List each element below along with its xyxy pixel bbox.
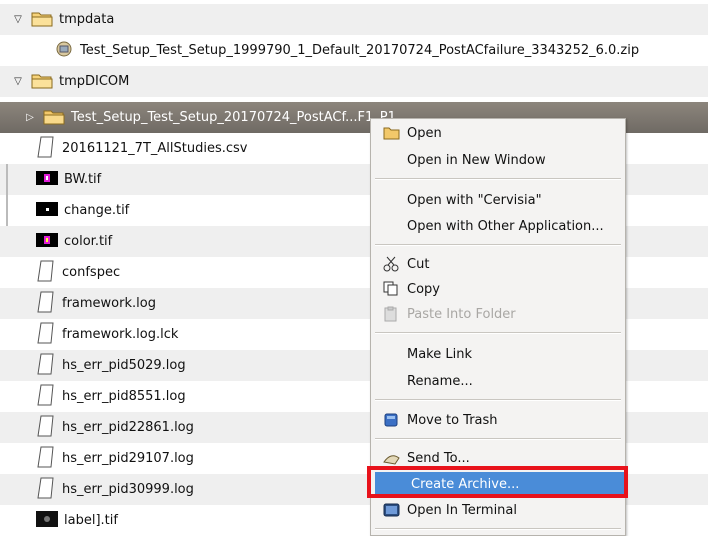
collapsed-arrow-icon[interactable]: ▷ (25, 112, 35, 123)
menu-separator (375, 528, 621, 530)
menu-separator (375, 438, 621, 440)
tree-row-label: label].tif (64, 513, 118, 528)
document-icon (36, 291, 56, 317)
menu-separator (375, 332, 621, 334)
menu-item-label: Rename... (407, 373, 473, 389)
tree-row-label: color.tif (64, 234, 113, 249)
menu-item-label: Make Link (407, 346, 472, 362)
document-icon (36, 446, 56, 472)
tree-row-label: framework.log (62, 296, 156, 311)
image-icon (36, 232, 58, 251)
folder-icon (31, 9, 53, 31)
menu-item-label: Move to Trash (407, 412, 498, 428)
tree-row-label: Test_Setup_Test_Setup_1999790_1_Default_… (80, 43, 640, 58)
menu-item-label: Send To... (407, 450, 470, 466)
tree-row-tmpdicom[interactable]: ▽ tmpDICOM (0, 66, 708, 97)
menu-item-open-in-terminal[interactable]: Open In Terminal (371, 498, 625, 522)
image-icon (36, 510, 58, 531)
folder-icon (43, 107, 65, 129)
tree-row-label: framework.log.lck (62, 327, 179, 342)
trash-icon (383, 412, 400, 428)
menu-item-paste-into-folder[interactable]: Paste Into Folder (371, 302, 625, 326)
document-icon (36, 322, 56, 348)
tree-row-label: tmpDICOM (59, 74, 130, 89)
document-icon (36, 477, 56, 503)
menu-item-label: Copy (407, 281, 440, 297)
document-icon (36, 136, 56, 162)
drag-handle (6, 164, 8, 195)
menu-item-label: Open in New Window (407, 152, 546, 168)
paste-icon (383, 306, 400, 322)
image-icon (36, 170, 58, 189)
menu-item-open[interactable]: Open (371, 121, 625, 145)
menu-item-cut[interactable]: Cut (371, 252, 625, 276)
menu-item-label: Open (407, 125, 442, 141)
expand-arrow-icon[interactable]: ▽ (13, 76, 23, 87)
tree-row-label: hs_err_pid22861.log (62, 420, 194, 435)
menu-item-open-new-window[interactable]: Open in New Window (371, 148, 625, 172)
menu-item-copy[interactable]: Copy (371, 277, 625, 301)
menu-item-move-to-trash[interactable]: Move to Trash (371, 408, 625, 432)
menu-item-label: Open with Other Application... (407, 218, 604, 234)
copy-icon (383, 281, 400, 297)
tree-row-label: hs_err_pid29107.log (62, 451, 194, 466)
send-icon (383, 450, 400, 466)
drag-handle (6, 195, 8, 226)
menu-separator (375, 178, 621, 180)
document-icon (36, 260, 56, 286)
menu-item-open-with-other[interactable]: Open with Other Application... (371, 214, 625, 238)
tree-row-label: Test_Setup_Test_Setup_20170724_PostACf..… (71, 110, 396, 125)
document-icon (36, 384, 56, 410)
menu-separator (375, 399, 621, 401)
menu-item-open-with-cervisia[interactable]: Open with "Cervisia" (371, 188, 625, 212)
menu-separator (375, 244, 621, 246)
tree-row-label: hs_err_pid30999.log (62, 482, 194, 497)
tree-row-label: hs_err_pid5029.log (62, 358, 186, 373)
menu-item-label: Open with "Cervisia" (407, 192, 542, 208)
menu-item-label: Paste Into Folder (407, 306, 516, 322)
menu-item-label: Open In Terminal (407, 502, 517, 518)
tree-row-tmpdata[interactable]: ▽ tmpdata (0, 4, 708, 35)
image-icon (36, 201, 58, 220)
folder-open-icon (383, 125, 400, 141)
tree-row-label: 20161121_7T_AllStudies.csv (62, 141, 248, 156)
terminal-icon (383, 502, 400, 518)
scissors-icon (383, 256, 400, 272)
document-icon (36, 415, 56, 441)
menu-item-make-link[interactable]: Make Link (371, 342, 625, 366)
tree-row-label: tmpdata (59, 12, 115, 27)
folder-icon (31, 71, 53, 93)
tree-row-label: hs_err_pid8551.log (62, 389, 186, 404)
menu-item-rename[interactable]: Rename... (371, 369, 625, 393)
expand-arrow-icon[interactable]: ▽ (13, 14, 23, 25)
archive-icon (54, 40, 74, 62)
menu-item-label: Cut (407, 256, 430, 272)
tree-row-label: change.tif (64, 203, 130, 218)
document-icon (36, 353, 56, 379)
annotation-highlight-box (367, 466, 628, 498)
tree-row-zip[interactable]: Test_Setup_Test_Setup_1999790_1_Default_… (0, 35, 708, 66)
tree-row-label: confspec (62, 265, 121, 280)
tree-row-label: BW.tif (64, 172, 102, 187)
